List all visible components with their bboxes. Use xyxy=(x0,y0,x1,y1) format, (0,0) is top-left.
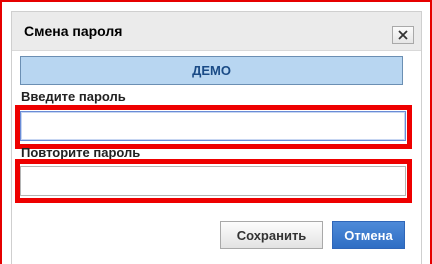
dialog-titlebar: Смена пароля xyxy=(12,12,421,51)
dialog-title: Смена пароля xyxy=(24,23,123,39)
close-icon xyxy=(398,30,408,40)
cancel-button[interactable]: Отмена xyxy=(332,221,405,249)
password-label: Введите пароль xyxy=(21,89,126,104)
confirm-password-input[interactable] xyxy=(20,166,406,196)
demo-banner: ДЕМО xyxy=(20,56,403,85)
confirm-password-label: Повторите пароль xyxy=(21,145,141,160)
close-button[interactable] xyxy=(392,26,414,44)
save-button[interactable]: Сохранить xyxy=(220,221,323,249)
password-input[interactable] xyxy=(20,111,406,141)
